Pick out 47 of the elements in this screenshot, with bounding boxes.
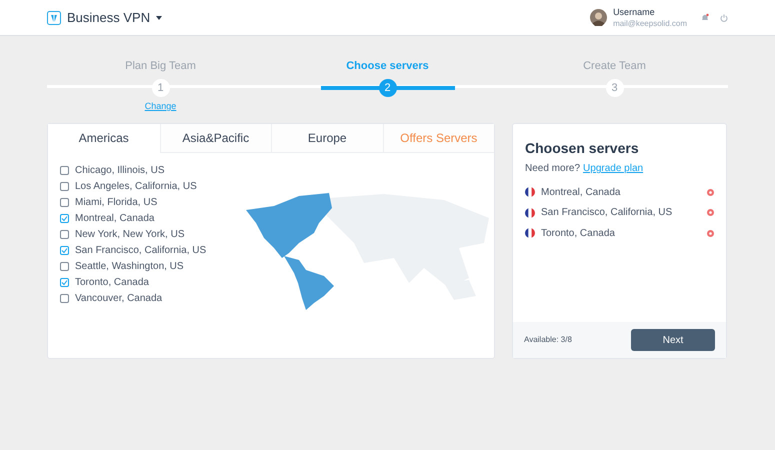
need-more-text: Need more? [525, 162, 580, 176]
next-button[interactable]: Next [631, 329, 715, 351]
chosen-server-name: San Francisco, California, US [541, 206, 674, 220]
caret-icon [156, 16, 162, 20]
available-count: Available: 3/8 [524, 334, 573, 346]
step-label: Choose servers [346, 59, 429, 74]
power-icon[interactable] [720, 14, 728, 22]
chosen-server-name: Montreal, Canada [541, 186, 622, 200]
bell-icon[interactable] [701, 13, 709, 22]
server-checkbox[interactable] [60, 166, 69, 175]
brand-menu[interactable]: Business VPN [67, 8, 162, 28]
server-name: Toronto, Canada [75, 276, 149, 290]
server-checkbox[interactable] [60, 262, 69, 272]
server-checkbox[interactable] [60, 246, 69, 256]
remove-icon[interactable] [707, 230, 714, 237]
step-label: Plan Big Team [125, 59, 196, 74]
server-name: Chicago, Illinois, US [75, 164, 164, 178]
server-name: Seattle, Washington, US [75, 260, 184, 274]
user-name: Username [613, 6, 656, 18]
flag-icon [525, 208, 535, 218]
region-tab[interactable]: Europe [271, 124, 382, 153]
avatar-icon[interactable] [590, 9, 608, 26]
step-label: Create Team [583, 59, 646, 74]
server-name: Montreal, Canada [75, 212, 154, 226]
server-checkbox[interactable] [60, 278, 69, 288]
step-number: 1 [152, 79, 170, 97]
server-checkbox[interactable] [60, 182, 69, 191]
region-tab[interactable]: Asia&Pacific [160, 124, 271, 153]
server-checkbox[interactable] [60, 294, 69, 304]
chosen-server-name: Toronto, Canada [541, 226, 616, 241]
server-checkbox[interactable] [60, 230, 69, 239]
step-number: 3 [606, 79, 624, 97]
server-checkbox[interactable] [60, 198, 69, 207]
server-name: Miami, Florida, US [75, 196, 158, 210]
server-checkbox[interactable] [60, 214, 69, 223]
server-name: Los Angeles, California, US [75, 180, 197, 194]
server-name: San Francisco, California, US [75, 244, 206, 258]
server-name: Vancouver, Canada [75, 292, 162, 306]
user-email: mail@keepsolid.com [613, 18, 687, 28]
remove-icon[interactable] [707, 209, 714, 216]
step-number: 2 [378, 79, 396, 97]
chosen-servers-title: Choosen servers [525, 139, 640, 158]
flag-icon [525, 228, 535, 238]
remove-icon[interactable] [707, 188, 714, 196]
flag-icon [525, 187, 535, 198]
server-name: New York, New York, US [75, 228, 184, 242]
shield-logo-icon [47, 10, 61, 24]
